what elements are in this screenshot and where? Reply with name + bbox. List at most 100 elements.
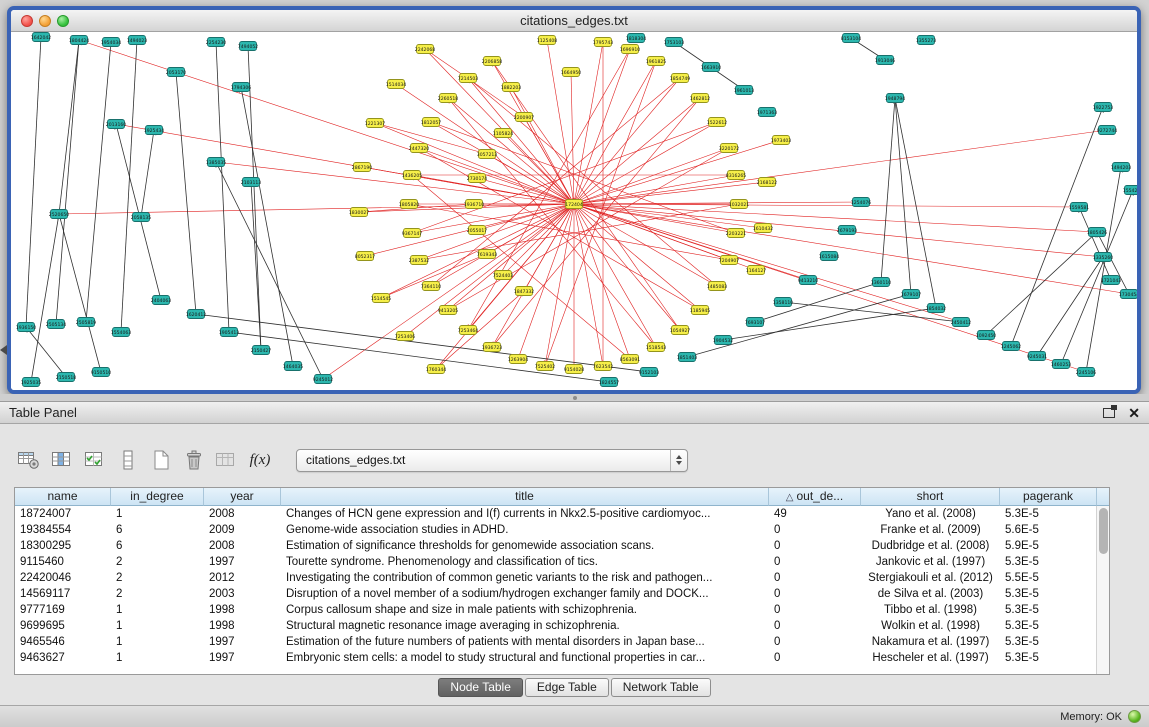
cell-title[interactable]: Estimation of significance thresholds fo… bbox=[281, 538, 769, 554]
column-header-in_degree[interactable]: in_degree bbox=[111, 488, 204, 506]
dropdown-stepper-icon[interactable] bbox=[670, 450, 687, 471]
cell-year[interactable]: 2008 bbox=[204, 538, 281, 554]
edit-table-icon[interactable] bbox=[82, 448, 108, 472]
cell-name[interactable]: 14569117 bbox=[15, 586, 111, 602]
cell-pagerank[interactable]: 5.3E-5 bbox=[1000, 618, 1096, 634]
create-table-icon[interactable] bbox=[148, 448, 174, 472]
cell-title[interactable]: Structural magnetic resonance image aver… bbox=[281, 618, 769, 634]
cell-short[interactable]: Franke et al. (2009) bbox=[861, 522, 1000, 538]
cell-pagerank[interactable]: 5.3E-5 bbox=[1000, 602, 1096, 618]
cell-in_degree[interactable]: 1 bbox=[111, 506, 204, 522]
cell-in_degree[interactable]: 1 bbox=[111, 634, 204, 650]
cell-title[interactable]: Tourette syndrome. Phenomenology and cla… bbox=[281, 554, 769, 570]
cell-short[interactable]: Jankovic et al. (1997) bbox=[861, 554, 1000, 570]
cell-pagerank[interactable]: 5.3E-5 bbox=[1000, 586, 1096, 602]
cell-short[interactable]: Tibbo et al. (1998) bbox=[861, 602, 1000, 618]
cell-short[interactable]: Yano et al. (2008) bbox=[861, 506, 1000, 522]
cell-short[interactable]: de Silva et al. (2003) bbox=[861, 586, 1000, 602]
column-header-year[interactable]: year bbox=[204, 488, 281, 506]
cell-name[interactable]: 9465546 bbox=[15, 634, 111, 650]
cell-out_de[interactable]: 0 bbox=[769, 554, 861, 570]
cell-name[interactable]: 18300295 bbox=[15, 538, 111, 554]
cell-in_degree[interactable]: 1 bbox=[111, 618, 204, 634]
cell-year[interactable]: 1997 bbox=[204, 634, 281, 650]
delete-table-icon[interactable] bbox=[181, 448, 207, 472]
cell-in_degree[interactable]: 2 bbox=[111, 586, 204, 602]
tab-node-table[interactable]: Node Table bbox=[438, 678, 523, 697]
column-header-pagerank[interactable]: pagerank bbox=[1000, 488, 1097, 506]
cell-name[interactable]: 19384554 bbox=[15, 522, 111, 538]
cell-year[interactable]: 1997 bbox=[204, 554, 281, 570]
cell-out_de[interactable]: 0 bbox=[769, 538, 861, 554]
cell-title[interactable]: Corpus callosum shape and size in male p… bbox=[281, 602, 769, 618]
cell-pagerank[interactable]: 5.5E-5 bbox=[1000, 570, 1096, 586]
network-window-titlebar[interactable]: citations_edges.txt bbox=[11, 10, 1137, 32]
cell-name[interactable]: 9699695 bbox=[15, 618, 111, 634]
table-selector-dropdown[interactable]: citations_edges.txt bbox=[296, 449, 688, 472]
cell-name[interactable]: 9115460 bbox=[15, 554, 111, 570]
tab-edge-table[interactable]: Edge Table bbox=[525, 678, 609, 697]
cell-in_degree[interactable]: 1 bbox=[111, 602, 204, 618]
cell-in_degree[interactable]: 2 bbox=[111, 570, 204, 586]
cell-in_degree[interactable]: 6 bbox=[111, 522, 204, 538]
cell-name[interactable]: 9777169 bbox=[15, 602, 111, 618]
table-row[interactable]: 1938455462009Genome-wide association stu… bbox=[15, 522, 1096, 538]
cell-title[interactable]: Estimation of the future numbers of pati… bbox=[281, 634, 769, 650]
cell-pagerank[interactable]: 5.3E-5 bbox=[1000, 634, 1096, 650]
float-panel-icon[interactable] bbox=[1103, 408, 1115, 418]
cell-in_degree[interactable]: 1 bbox=[111, 650, 204, 666]
cell-short[interactable]: Dudbridge et al. (2008) bbox=[861, 538, 1000, 554]
cell-out_de[interactable]: 0 bbox=[769, 602, 861, 618]
scrollbar-thumb[interactable] bbox=[1099, 508, 1108, 554]
cell-title[interactable]: Embryonic stem cells: a model to study s… bbox=[281, 650, 769, 666]
table-row[interactable]: 1872400712008Changes of HCN gene express… bbox=[15, 506, 1096, 522]
window-close-button[interactable] bbox=[21, 15, 33, 27]
cell-name[interactable]: 22420046 bbox=[15, 570, 111, 586]
close-panel-icon[interactable]: ✕ bbox=[1128, 406, 1140, 420]
cell-out_de[interactable]: 49 bbox=[769, 506, 861, 522]
citation-network-graph[interactable]: 1724041795743169691019618251854749146281… bbox=[11, 32, 1137, 390]
cell-short[interactable]: Stergiakouli et al. (2012) bbox=[861, 570, 1000, 586]
cell-pagerank[interactable]: 5.3E-5 bbox=[1000, 554, 1096, 570]
cell-year[interactable]: 2012 bbox=[204, 570, 281, 586]
cell-out_de[interactable]: 0 bbox=[769, 634, 861, 650]
cell-title[interactable]: Disruption of a novel member of a sodium… bbox=[281, 586, 769, 602]
network-canvas[interactable]: 1724041795743169691019618251854749146281… bbox=[11, 32, 1137, 390]
table-row[interactable]: 911546021997Tourette syndrome. Phenomeno… bbox=[15, 554, 1096, 570]
cell-pagerank[interactable]: 5.9E-5 bbox=[1000, 538, 1096, 554]
column-header-out_de[interactable]: △out_de... bbox=[769, 488, 861, 506]
column-header-name[interactable]: name bbox=[15, 488, 111, 506]
table-settings-icon[interactable] bbox=[16, 448, 42, 472]
cell-in_degree[interactable]: 6 bbox=[111, 538, 204, 554]
function-builder-icon[interactable]: f(x) bbox=[247, 448, 273, 472]
cell-year[interactable]: 1998 bbox=[204, 602, 281, 618]
cell-title[interactable]: Genome-wide association studies in ADHD. bbox=[281, 522, 769, 538]
cell-pagerank[interactable]: 5.3E-5 bbox=[1000, 506, 1096, 522]
cell-year[interactable]: 1998 bbox=[204, 618, 281, 634]
column-header-short[interactable]: short bbox=[861, 488, 1000, 506]
cell-out_de[interactable]: 0 bbox=[769, 618, 861, 634]
cell-out_de[interactable]: 0 bbox=[769, 586, 861, 602]
cell-name[interactable]: 18724007 bbox=[15, 506, 111, 522]
collapse-panel-arrow-icon[interactable] bbox=[0, 345, 7, 355]
cell-out_de[interactable]: 0 bbox=[769, 650, 861, 666]
cell-pagerank[interactable]: 5.3E-5 bbox=[1000, 650, 1096, 666]
cell-title[interactable]: Changes of HCN gene expression and I(f) … bbox=[281, 506, 769, 522]
table-row[interactable]: 946554611997Estimation of the future num… bbox=[15, 634, 1096, 650]
cell-out_de[interactable]: 0 bbox=[769, 522, 861, 538]
table-scrollbar[interactable] bbox=[1096, 506, 1109, 674]
cell-year[interactable]: 2009 bbox=[204, 522, 281, 538]
cell-short[interactable]: Nakamura et al. (1997) bbox=[861, 634, 1000, 650]
cell-name[interactable]: 9463627 bbox=[15, 650, 111, 666]
cell-short[interactable]: Wolkin et al. (1998) bbox=[861, 618, 1000, 634]
table-row[interactable]: 969969511998Structural magnetic resonanc… bbox=[15, 618, 1096, 634]
import-table-icon[interactable] bbox=[214, 448, 240, 472]
cell-out_de[interactable]: 0 bbox=[769, 570, 861, 586]
window-zoom-button[interactable] bbox=[57, 15, 69, 27]
row-options-icon[interactable] bbox=[115, 448, 141, 472]
cell-in_degree[interactable]: 2 bbox=[111, 554, 204, 570]
show-columns-icon[interactable] bbox=[49, 448, 75, 472]
tab-network-table[interactable]: Network Table bbox=[611, 678, 711, 697]
table-row[interactable]: 2242004622012Investigating the contribut… bbox=[15, 570, 1096, 586]
table-row[interactable]: 1456911722003Disruption of a novel membe… bbox=[15, 586, 1096, 602]
